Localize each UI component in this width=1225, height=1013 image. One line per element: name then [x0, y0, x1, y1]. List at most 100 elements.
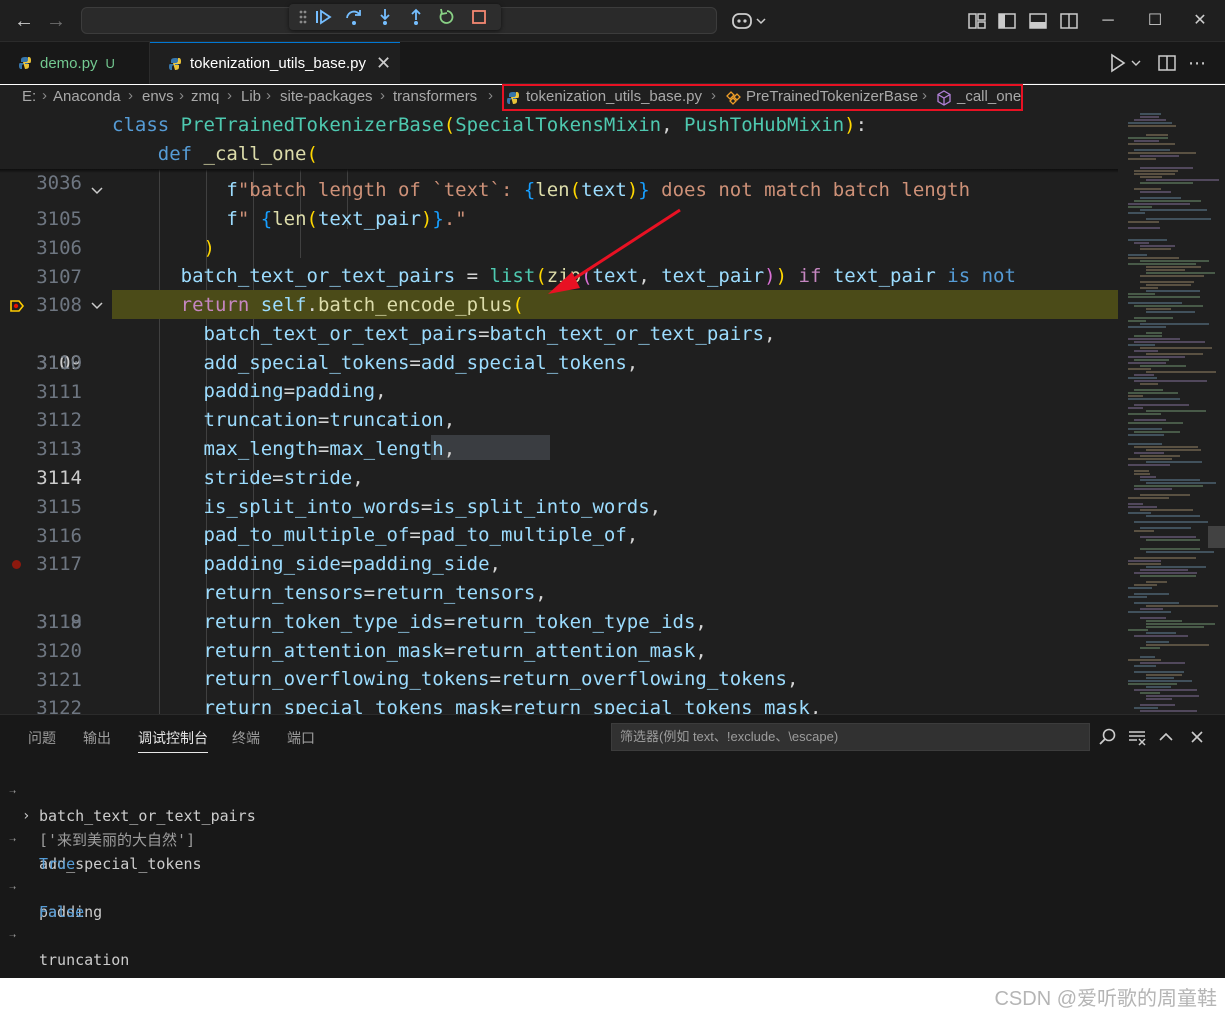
- code-line[interactable]: 3110 batch_text_or_text_pairs=batch_text…: [0, 320, 1118, 374]
- minimap-row: [1128, 395, 1143, 397]
- code-line[interactable]: 3105 f"batch length of `text`: {len(text…: [0, 176, 1118, 230]
- code-line[interactable]: 3107 ): [0, 234, 1118, 288]
- minimap-row: [1140, 608, 1163, 610]
- tab-problems[interactable]: 问题: [28, 728, 56, 748]
- minimap-row: [1128, 356, 1185, 358]
- step-over-icon[interactable]: [344, 7, 366, 27]
- stop-icon[interactable]: [469, 7, 491, 27]
- tab-ports[interactable]: 端口: [287, 728, 315, 748]
- sticky-scroll-line[interactable]: 3036 def _call_one(: [0, 140, 1118, 194]
- minimap-row: [1140, 494, 1190, 496]
- close-tab-icon[interactable]: ✕: [376, 53, 391, 74]
- code-line[interactable]: 3115 stride=stride,: [0, 464, 1118, 518]
- code-line[interactable]: 3120 return_token_type_ids=return_token_…: [0, 608, 1118, 662]
- console-input-line[interactable]: ➝ add_special_tokens: [0, 804, 202, 873]
- minimap-row: [1128, 563, 1161, 565]
- minimap-row: [1146, 371, 1216, 373]
- fold-chevron-icon[interactable]: [90, 185, 104, 197]
- console-input-line[interactable]: ➝ padding: [0, 852, 102, 921]
- fold-chevron-icon[interactable]: [90, 300, 104, 312]
- tab-demo-py[interactable]: demo.py U: [0, 42, 150, 84]
- step-into-icon[interactable]: [375, 7, 397, 27]
- minimap-row: [1134, 635, 1188, 637]
- code-line[interactable]: 3114 max_length=max_length,: [0, 435, 1118, 489]
- minimap[interactable]: [1118, 111, 1225, 714]
- code-line[interactable]: 3112 padding=padding,: [0, 377, 1118, 431]
- code-text: truncation=truncation,: [203, 409, 456, 431]
- console-input-line[interactable]: ➝ batch_text_or_text_pairs: [0, 756, 256, 825]
- code-line[interactable]: 3121 return_attention_mask=return_attent…: [0, 637, 1118, 691]
- breadcrumb-drive[interactable]: E:: [22, 88, 36, 105]
- restart-icon[interactable]: [437, 7, 459, 27]
- forward-arrow-icon[interactable]: →: [44, 9, 68, 33]
- console-result-line[interactable]: False: [0, 876, 84, 921]
- customize-layout-icon[interactable]: [966, 10, 988, 32]
- code-line[interactable]: 3109 return self.batch_encode_plus(: [0, 291, 1118, 374]
- drag-handle-icon[interactable]: [293, 7, 315, 27]
- toggle-secondary-sidebar-icon[interactable]: [1058, 10, 1080, 32]
- continue-icon[interactable]: [313, 7, 335, 27]
- console-result-line[interactable]: True: [0, 828, 75, 873]
- code-line[interactable]: 3122 return_overflowing_tokens=return_ov…: [0, 665, 1118, 714]
- search-icon[interactable]: [1098, 727, 1118, 747]
- tab-tokenization-utils-base[interactable]: tokenization_utils_base.py ✕: [150, 42, 400, 84]
- breadcrumb-anaconda[interactable]: Anaconda: [53, 88, 121, 105]
- close-panel-icon[interactable]: [1187, 727, 1207, 747]
- run-python-file-icon[interactable]: [1108, 52, 1148, 74]
- minimize-icon[interactable]: ─: [1095, 8, 1121, 34]
- code-line[interactable]: 3116 is_split_into_words=is_split_into_w…: [0, 493, 1118, 547]
- breadcrumb-zmq[interactable]: zmq: [191, 88, 219, 105]
- tab-terminal[interactable]: 终端: [232, 728, 260, 748]
- minimap-row: [1146, 641, 1169, 643]
- minimap-row: [1128, 503, 1143, 505]
- back-arrow-icon[interactable]: ←: [12, 9, 36, 33]
- more-actions-icon[interactable]: ⋯: [1188, 52, 1210, 74]
- close-window-icon[interactable]: ✕: [1187, 8, 1213, 34]
- code-text: ): [203, 237, 215, 259]
- clear-console-icon[interactable]: [1127, 727, 1147, 747]
- split-editor-icon[interactable]: [1156, 52, 1178, 74]
- tab-debug-console[interactable]: 调试控制台: [138, 728, 208, 753]
- maximize-panel-icon[interactable]: [1156, 727, 1176, 747]
- code-line[interactable]: 3113 truncation=truncation,: [0, 406, 1118, 460]
- breadcrumb-envs[interactable]: envs: [142, 88, 174, 105]
- minimap-row: [1140, 710, 1197, 712]
- code-line[interactable]: 3119 return_tensors=return_tensors,: [0, 579, 1118, 633]
- console-input-line[interactable]: ➝ truncation: [0, 900, 129, 969]
- maximize-icon[interactable]: ☐: [1142, 8, 1168, 34]
- untracked-badge: U: [105, 55, 115, 71]
- breadcrumb-transformers[interactable]: transformers: [393, 88, 477, 105]
- console-input-line[interactable]: ➝ max_length: [0, 948, 129, 1013]
- step-out-icon[interactable]: [406, 7, 428, 27]
- minimap-row: [1146, 632, 1176, 634]
- tab-output[interactable]: 输出: [83, 728, 111, 748]
- code-line[interactable]: 3108 batch_text_or_text_pairs = list(zip…: [0, 262, 1118, 316]
- breadcrumb-site-packages[interactable]: site-packages: [280, 88, 373, 105]
- code-text: stride=stride,: [203, 467, 364, 489]
- code-editor[interactable]: 1569 class PreTrainedTokenizerBase(Speci…: [0, 111, 1118, 714]
- code-line[interactable]: 3117 pad_to_multiple_of=pad_to_multiple_…: [0, 521, 1118, 575]
- minimap-row: [1128, 362, 1166, 364]
- toggle-primary-sidebar-icon[interactable]: [996, 10, 1018, 32]
- minimap-row: [1128, 293, 1155, 295]
- code-line[interactable]: 3118 padding_side=padding_side,: [0, 550, 1118, 633]
- minimap-row: [1128, 407, 1143, 409]
- debug-console-filter-input[interactable]: 筛选器(例如 text、!exclude、\escape): [611, 723, 1090, 751]
- breadcrumb-lib[interactable]: Lib: [241, 88, 261, 105]
- chevron-right-icon: ›: [266, 87, 271, 104]
- code-line[interactable]: 3123 return_special_tokens_mask=return_s…: [0, 694, 1118, 714]
- minimap-row: [1128, 125, 1176, 127]
- minimap-row: [1128, 338, 1180, 340]
- copilot-icon[interactable]: [730, 9, 770, 33]
- minimap-row: [1146, 626, 1204, 628]
- minimap-row: [1134, 485, 1203, 487]
- code-line[interactable]: 3106 f" {len(text_pair)}.": [0, 205, 1118, 259]
- code-text: padding_side=padding_side,: [203, 553, 501, 575]
- toggle-panel-icon[interactable]: [1027, 10, 1049, 32]
- console-result-line[interactable]: › ['来到美丽的大自然']: [0, 780, 195, 849]
- sticky-scroll-line[interactable]: 1569 class PreTrainedTokenizerBase(Speci…: [0, 111, 1118, 165]
- minimap-slider[interactable]: [1208, 526, 1225, 548]
- breakpoint-icon[interactable]: [12, 560, 21, 569]
- code-line[interactable]: 3111 add_special_tokens=add_special_toke…: [0, 349, 1118, 403]
- minimap-row: [1140, 287, 1158, 289]
